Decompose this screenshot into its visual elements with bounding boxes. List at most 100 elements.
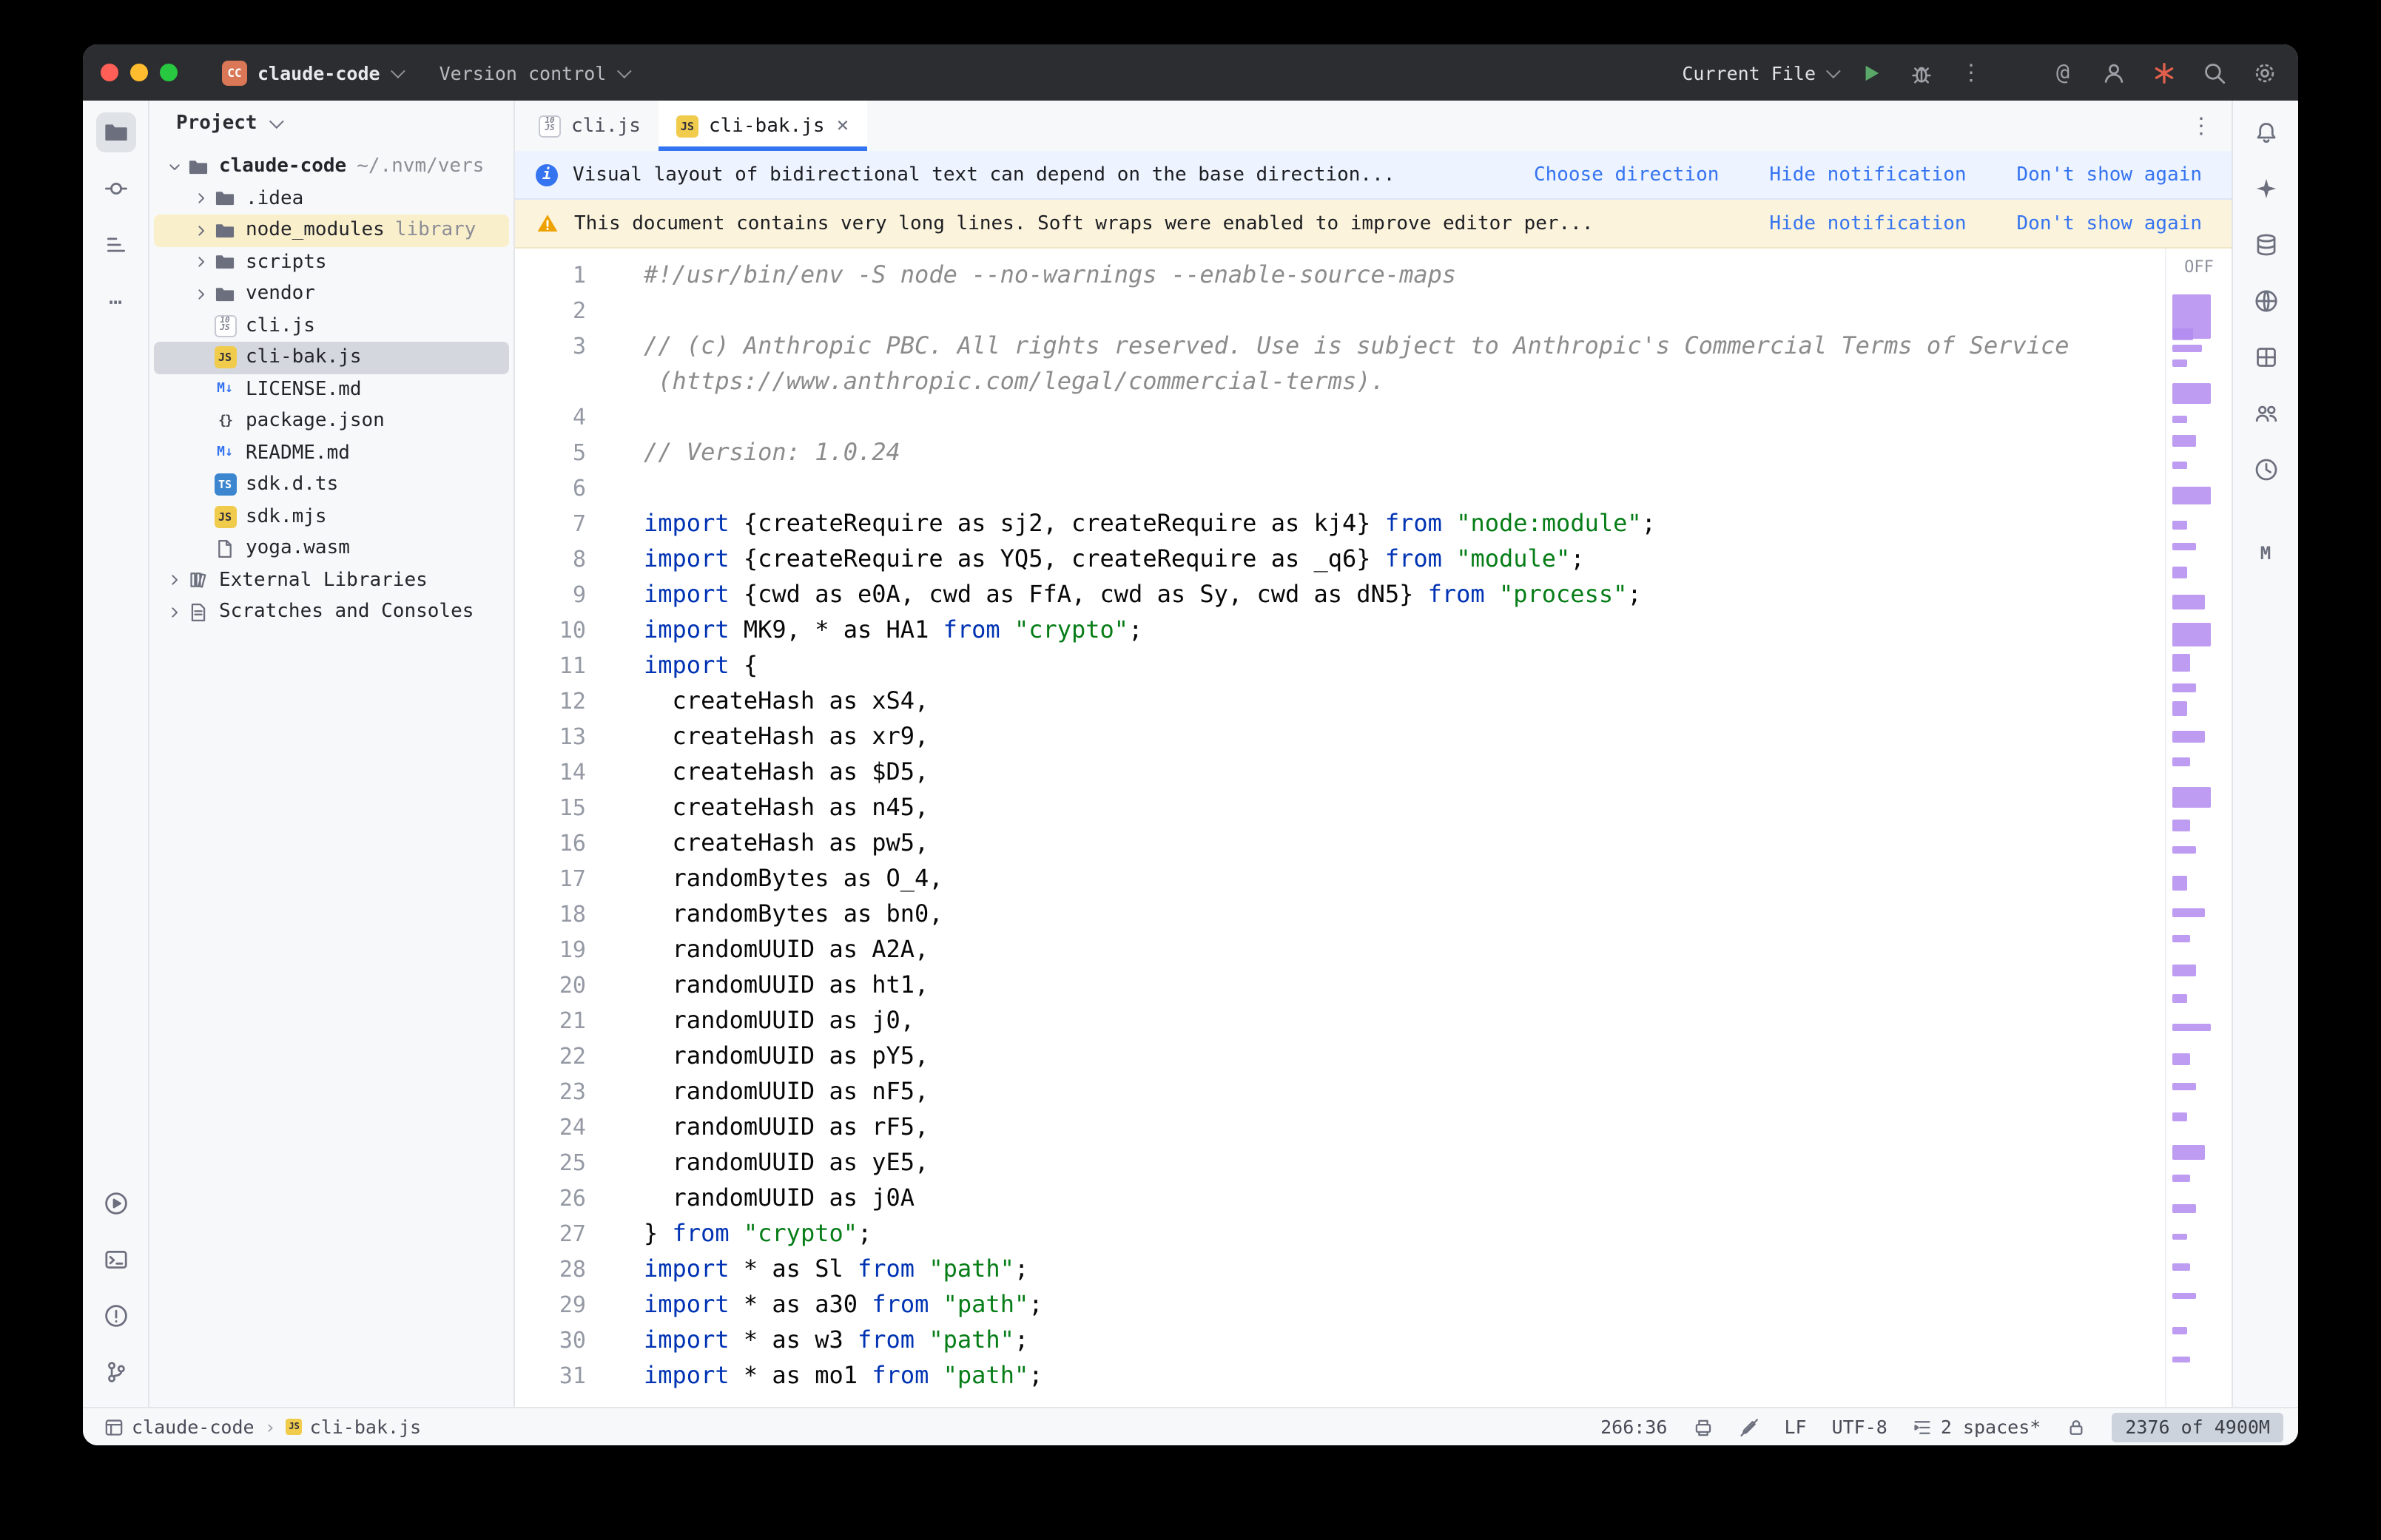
code-line-14[interactable]: 14 createHash as $D5, (515, 754, 2165, 790)
banner-action-choose-direction[interactable]: Choose direction (1534, 163, 1719, 186)
chevron-right-icon[interactable] (161, 572, 186, 590)
code-line-3[interactable]: 3// (c) Anthropic PBC. All rights reserv… (515, 328, 2165, 364)
breadcrumb-claude-code[interactable]: claude-code (104, 1416, 255, 1438)
printer-icon[interactable] (1692, 1416, 1713, 1437)
more-windows-icon[interactable]: ⋯ (95, 281, 135, 321)
chevron-right-icon[interactable] (188, 190, 213, 208)
banner-action-hide-notification[interactable]: Hide notification (1769, 163, 1966, 186)
tree-item-license-md[interactable]: M↓LICENSE.md (154, 374, 509, 405)
file-encoding[interactable]: UTF-8 (1832, 1416, 1887, 1438)
tree-item-sdk-d-ts[interactable]: TSsdk.d.ts (154, 469, 509, 501)
code-line-5[interactable]: 5// Version: 1.0.24 (515, 435, 2165, 470)
chevron-right-icon[interactable] (161, 604, 186, 621)
code-line-8[interactable]: 8import {createRequire as YQ5, createReq… (515, 541, 2165, 577)
pen-slash-icon[interactable] (1738, 1416, 1759, 1437)
asterisk-icon[interactable] (2147, 56, 2180, 89)
tree-item-claude-code[interactable]: claude-code~/.nvm/vers (154, 151, 509, 183)
close-window-button[interactable] (101, 64, 118, 81)
tab-cli-bak-js[interactable]: JScli-bak.js× (659, 101, 866, 151)
code-line-27[interactable]: 27} from "crypto"; (515, 1216, 2165, 1252)
code-line-9[interactable]: 9import {cwd as e0A, cwd as FfA, cwd as … (515, 577, 2165, 612)
banner-action-hide-notification[interactable]: Hide notification (1769, 212, 1966, 234)
memory-indicator[interactable]: 2376 of 4900M (2112, 1412, 2283, 1442)
code-line-13[interactable]: 13 createHash as xr9, (515, 719, 2165, 754)
run-button[interactable] (1854, 56, 1887, 89)
debug-button[interactable] (1905, 56, 1937, 89)
lock-icon[interactable] (2066, 1416, 2087, 1437)
code-line-15[interactable]: 15 createHash as n45, (515, 790, 2165, 825)
tree-item-cli-js[interactable]: 10JScli.js (154, 310, 509, 342)
tree-item-readme-md[interactable]: M↓README.md (154, 437, 509, 469)
code-line-11[interactable]: 11import { (515, 648, 2165, 683)
run-configuration-selector[interactable]: Current File (1682, 61, 1836, 84)
tree-item-vendor[interactable]: vendor (154, 278, 509, 310)
profiler-icon[interactable] (2246, 450, 2286, 490)
editor[interactable]: 1#!/usr/bin/env -S node --no-warnings --… (515, 249, 2232, 1407)
banner-action-don-t-show-again[interactable]: Don't show again (2017, 163, 2202, 186)
project-folder-icon[interactable] (95, 112, 135, 152)
more-actions-icon[interactable]: ⋮ (1955, 56, 1987, 89)
tab-options-icon[interactable]: ⋮ (2171, 112, 2232, 139)
chevron-right-icon[interactable] (188, 286, 213, 303)
project-panel-header[interactable]: Project (149, 101, 513, 145)
tree-item--idea[interactable]: .idea (154, 183, 509, 215)
commit-icon[interactable] (95, 169, 135, 209)
code-line-10[interactable]: 10import MK9, * as HA1 from "crypto"; (515, 612, 2165, 648)
code-line-7[interactable]: 7import {createRequire as sj2, createReq… (515, 506, 2165, 541)
project-widget[interactable]: CC claude-code (222, 60, 401, 85)
code-line-4[interactable]: 4 (515, 399, 2165, 435)
code-with-me-icon[interactable] (2246, 394, 2286, 433)
minimize-window-button[interactable] (130, 64, 148, 81)
chevron-down-icon[interactable] (161, 158, 186, 176)
code-line-23[interactable]: 23 randomUUID as nF5, (515, 1074, 2165, 1110)
tab-cli-js[interactable]: 10JScli.js (521, 101, 659, 151)
banner-action-don-t-show-again[interactable]: Don't show again (2017, 212, 2202, 234)
code-line-12[interactable]: 12 createHash as xS4, (515, 683, 2165, 719)
search-icon[interactable] (2198, 56, 2230, 89)
tree-item-scripts[interactable]: scripts (154, 246, 509, 278)
editor-scroll-stripe[interactable]: OFF (2165, 249, 2232, 1407)
user-icon[interactable] (2097, 56, 2129, 89)
tree-item-scratches-and-consoles[interactable]: Scratches and Consoles (154, 596, 509, 628)
close-tab-icon[interactable]: × (837, 114, 849, 138)
notifications-icon[interactable] (2246, 112, 2286, 152)
chevron-right-icon[interactable] (188, 254, 213, 271)
code-line-wrap[interactable]: (https://www.anthropic.com/legal/commerc… (515, 364, 2165, 399)
tree-item-external-libraries[interactable]: External Libraries (154, 564, 509, 596)
indent-info[interactable]: 2 spaces* (1913, 1416, 2041, 1438)
code-line-20[interactable]: 20 randomUUID as ht1, (515, 967, 2165, 1003)
breadcrumb-cli-bak-js[interactable]: JScli-bak.js (286, 1416, 422, 1438)
caret-position[interactable]: 266:36 (1600, 1416, 1667, 1438)
database-icon[interactable] (2246, 225, 2286, 265)
problems-icon[interactable] (95, 1296, 135, 1336)
chevron-right-icon[interactable] (188, 222, 213, 240)
code-line-26[interactable]: 26 randomUUID as j0A (515, 1181, 2165, 1216)
tree-item-cli-bak-js[interactable]: JScli-bak.js (154, 342, 509, 374)
line-separator[interactable]: LF (1784, 1416, 1806, 1438)
terminal-icon[interactable] (95, 1240, 135, 1280)
code-line-2[interactable]: 2 (515, 293, 2165, 328)
code-line-19[interactable]: 19 randomUUID as A2A, (515, 932, 2165, 967)
code-line-31[interactable]: 31import * as mo1 from "path"; (515, 1358, 2165, 1394)
maven-icon[interactable]: M (2246, 533, 2286, 573)
tree-item-yoga-wasm[interactable]: yoga.wasm (154, 533, 509, 564)
run-icon[interactable] (95, 1183, 135, 1223)
tree-item-node-modules[interactable]: node_moduleslibrary (154, 215, 509, 246)
code-line-21[interactable]: 21 randomUUID as j0, (515, 1003, 2165, 1039)
settings-gear-icon[interactable] (2248, 56, 2280, 89)
code-line-18[interactable]: 18 randomBytes as bn0, (515, 896, 2165, 932)
code-line-22[interactable]: 22 randomUUID as pY5, (515, 1039, 2165, 1074)
code-line-28[interactable]: 28import * as Sl from "path"; (515, 1252, 2165, 1287)
code-line-29[interactable]: 29import * as a30 from "path"; (515, 1287, 2165, 1323)
code-line-17[interactable]: 17 randomBytes as O_4, (515, 861, 2165, 896)
mentions-icon[interactable]: @ (2047, 56, 2079, 89)
vcs-widget[interactable]: Version control (440, 61, 627, 84)
version-control-icon[interactable] (95, 1352, 135, 1392)
code-line-1[interactable]: 1#!/usr/bin/env -S node --no-warnings --… (515, 257, 2165, 293)
code-line-6[interactable]: 6 (515, 470, 2165, 506)
code-line-16[interactable]: 16 createHash as pw5, (515, 825, 2165, 861)
code-line-30[interactable]: 30import * as w3 from "path"; (515, 1323, 2165, 1358)
web-icon[interactable] (2246, 281, 2286, 321)
code-line-24[interactable]: 24 randomUUID as rF5, (515, 1110, 2165, 1145)
plugins-icon[interactable] (2246, 337, 2286, 377)
